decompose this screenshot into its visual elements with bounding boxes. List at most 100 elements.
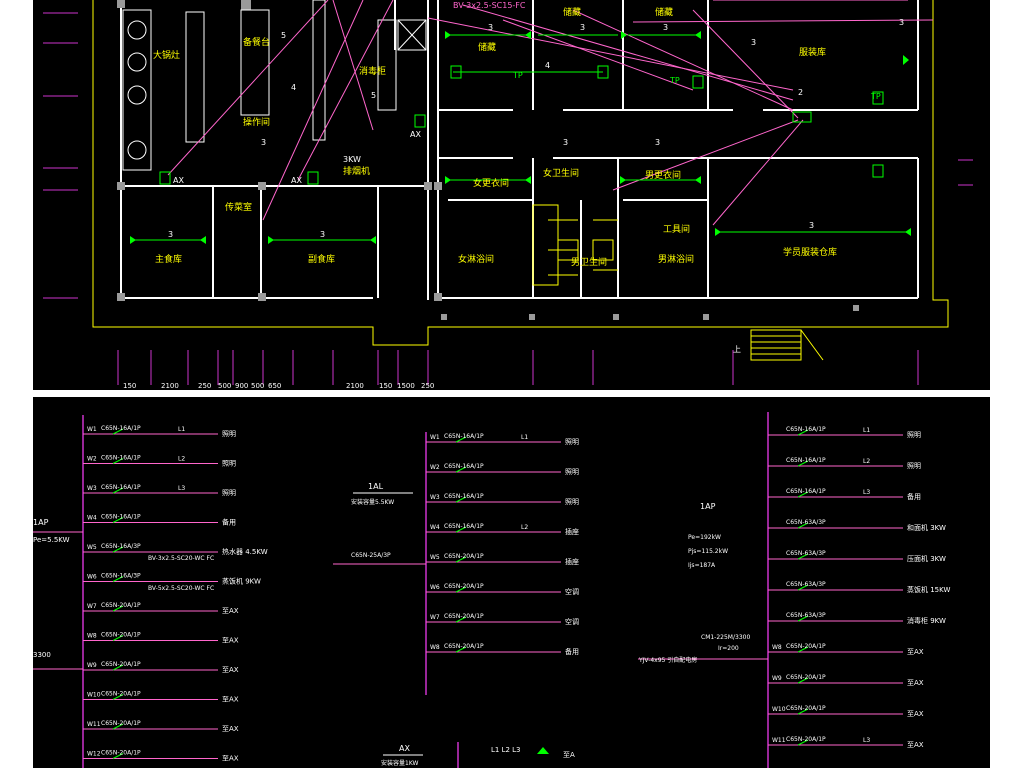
circuit-load: 插座 (565, 527, 579, 536)
svg-text:3: 3 (663, 23, 668, 32)
svg-text:3: 3 (655, 138, 660, 147)
wire-label-top: BV-3x2.5-SC15-FC (453, 1, 526, 10)
up-label: 上 (733, 345, 741, 354)
room-tools: 工具间 (663, 223, 690, 235)
circuit-breaker: C65N-20A/1P (786, 705, 826, 712)
left-incoming: 3300 (33, 651, 51, 659)
circuit-row: W12 C65N-20A/1P 至AX (83, 750, 239, 763)
circuit-load: 消毒柜 9KW (907, 616, 946, 625)
room-labels: 储藏 储藏 储藏 服装库 主食库 副食库 操作间 备餐台 传菜室 女更衣间 女淋… (153, 6, 837, 268)
circuit-id: W11 (87, 721, 101, 728)
svg-text:150: 150 (379, 382, 392, 390)
circuit-load: 照明 (907, 462, 921, 470)
right-ir: Ir=200 (718, 645, 739, 652)
circuit-row: W3 C65N-16A/1P 照明 (426, 493, 579, 506)
svg-text:3: 3 (488, 23, 493, 32)
circuit-breaker: C65N-16A/1P (101, 455, 141, 462)
circuit-load: 照明 (222, 489, 236, 497)
room-hood: 排烟机 (343, 165, 370, 177)
circuit-load: 压面机 3KW (907, 554, 946, 563)
circuit-row: C65N-16A/1P L2 照明 (768, 457, 921, 470)
circuit-row: W7 C65N-20A/1P 空调 (426, 613, 579, 626)
circuit-row: C65N-63A/3P 压面机 3KW (768, 550, 946, 563)
room-dressing: 服装库 (799, 46, 826, 58)
right-panel-name: 1AP (700, 502, 716, 511)
circuit-breaker: C65N-16A/1P (101, 514, 141, 521)
circuit-load: 照明 (565, 498, 579, 506)
circuit-row: W9 C65N-20A/1P 至AX (768, 674, 924, 687)
svg-text:4: 4 (291, 83, 296, 92)
circuit-row: W6 C65N-16A/3P 蒸饭机 9KW (83, 573, 261, 586)
circuit-load: 至AX (222, 607, 239, 615)
circuit-id: W10 (772, 706, 786, 713)
svg-text:5: 5 (371, 91, 376, 100)
tp-label-2: TP (669, 76, 680, 85)
circuit-id: W7 (430, 614, 440, 621)
circuit-load: 至AX (907, 679, 924, 687)
room-storage2: 储藏 (563, 6, 581, 18)
circuit-row: W8 C65N-20A/1P 至AX (768, 643, 924, 656)
room-male-shower: 男淋浴间 (658, 253, 694, 265)
floor-plan-panel: 储藏 储藏 储藏 服装库 主食库 副食库 操作间 备餐台 传菜室 女更衣间 女淋… (33, 0, 990, 390)
tp-label-3: TP (870, 92, 881, 101)
circuit-load: 至AX (222, 755, 239, 763)
ax-label-2: AX (291, 176, 302, 185)
circuit-breaker: C65N-63A/3P (786, 581, 826, 588)
circuit-breaker: C65N-16A/1P (101, 425, 141, 432)
right-grid-ticks (958, 159, 973, 186)
svg-text:3: 3 (320, 230, 325, 239)
ax-label-3: AX (410, 130, 421, 139)
circuit-load: 备用 (907, 492, 921, 501)
room-female-shower: 女更衣间 (473, 177, 509, 189)
circuit-row: W11 C65N-20A/1P L3 至AX (768, 736, 924, 749)
circuit-id: W5 (430, 554, 440, 561)
circuit-row: W3 C65N-16A/1P L3 照明 (83, 484, 236, 497)
circuit-row: W10 C65N-20A/1P 至AX (768, 705, 924, 718)
ax-label-1: AX (173, 176, 184, 185)
circuit-row: W4 C65N-16A/1P L2 插座 (426, 523, 579, 536)
circuit-row: W6 C65N-20A/1P 空调 (426, 583, 579, 596)
circuit-row: W1 C65N-16A/1P L1 照明 (426, 433, 579, 446)
svg-text:250: 250 (421, 382, 434, 390)
circuit-id: W8 (772, 644, 782, 651)
circuit-row: W7 C65N-20A/1P 至AX (83, 602, 239, 615)
circuit-breaker: C65N-16A/1P (444, 433, 484, 440)
circuit-breaker: C65N-20A/1P (101, 750, 141, 757)
svg-text:2: 2 (798, 88, 803, 97)
circuit-breaker: C65N-20A/1P (786, 736, 826, 743)
circuit-row: C65N-63A/3P 和面机 3KW (768, 519, 946, 532)
svg-text:150: 150 (123, 382, 136, 390)
circuit-breaker: C65N-16A/1P (786, 457, 826, 464)
circuit-load: 备用 (222, 518, 236, 527)
svg-text:3: 3 (563, 138, 568, 147)
circuit-load: 至AX (907, 710, 924, 718)
right-cable: YJV-4x95 引自配电房 (638, 656, 697, 664)
circuit-id: W9 (772, 675, 782, 682)
ax-load: 至A (563, 751, 575, 759)
right-main-breaker: CM1-225M/3300 (701, 634, 750, 641)
circuit-breaker: C65N-16A/1P (101, 484, 141, 491)
circuit-load: 蒸饭机 9KW (222, 577, 261, 586)
kw-label: 3KW (343, 155, 361, 164)
circuit-breaker: C65N-20A/1P (786, 643, 826, 650)
svg-text:250: 250 (198, 382, 211, 390)
svg-text:3: 3 (580, 23, 585, 32)
circuit-load: 至AX (907, 648, 924, 656)
middle-panel-power: 安装容量5.5KW (351, 498, 394, 506)
circuit-load: 至AX (222, 637, 239, 645)
tp-label-1: TP (512, 71, 523, 80)
circuit-id: W10 (87, 692, 101, 699)
circuit-breaker: C65N-63A/3P (786, 550, 826, 557)
circuit-load: 至AX (222, 666, 239, 674)
circuit-breaker: C65N-63A/3P (786, 519, 826, 526)
circuit-row: W5 C65N-20A/1P 插座 (426, 553, 579, 566)
circuit-load: 备用 (565, 647, 579, 656)
room-prep: 操作间 (243, 116, 270, 128)
room-stair-store: 学员服装仓库 (783, 246, 837, 258)
svg-text:1500: 1500 (397, 382, 415, 390)
room-boiler-water: 消毒柜 (359, 65, 386, 77)
dimension-ticks (117, 350, 919, 385)
circuit-breaker: C65N-16A/1P (444, 523, 484, 530)
wiring-schematic: 1AP Pe=5.5KW 3300 BV-3x2.5-SC20-WC FC BV… (33, 412, 950, 768)
left-panel-name: 1AP (33, 518, 49, 527)
